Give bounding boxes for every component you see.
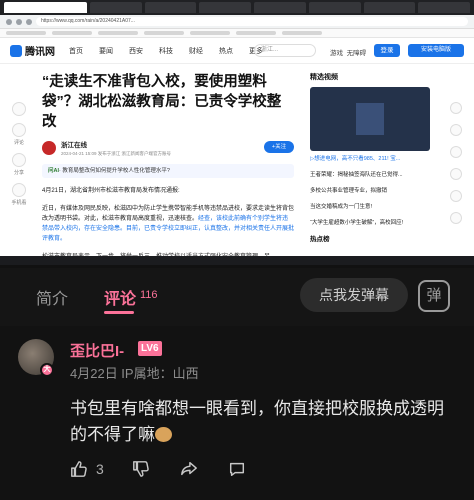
nav-item-city[interactable]: 西安 — [129, 46, 143, 56]
nav-item-hot[interactable]: 热点 — [219, 46, 233, 56]
thumbs-up-icon[interactable] — [70, 460, 88, 478]
comments-count: 116 — [140, 289, 158, 301]
video-frame — [356, 103, 384, 135]
browser-tab[interactable] — [308, 2, 361, 13]
tab-intro[interactable]: 简介 — [36, 285, 68, 309]
back-icon[interactable] — [6, 18, 12, 25]
danmaku-input[interactable]: 点我发弹幕 — [300, 278, 408, 312]
bookmark[interactable] — [6, 31, 46, 35]
comment-username[interactable]: 歪比巴I- — [70, 340, 124, 361]
dog-emoji-icon — [155, 427, 172, 443]
video-tabs: 简介 评论 116 点我发弹幕 弹 — [0, 268, 474, 326]
video-caption[interactable]: ▷想进电网，高不只看985、211! 宝... — [310, 154, 430, 162]
site-nav: 腾讯网 首页 要闻 西安 科技 财经 热点 更多 浙江... 游戏 无障碍 登录… — [0, 38, 474, 64]
browser-tab[interactable] — [89, 2, 142, 13]
active-tab-indicator — [104, 311, 134, 314]
source-name[interactable]: 浙江在线 — [61, 139, 171, 149]
tool-icon[interactable] — [450, 212, 462, 224]
rail-label-comment: 评论 — [13, 140, 24, 146]
game-label: 游戏 — [330, 50, 343, 57]
nav-item-tech[interactable]: 科技 — [159, 46, 173, 56]
bookmark[interactable] — [144, 31, 184, 35]
bookmark[interactable] — [52, 31, 92, 35]
os-taskbar — [0, 256, 474, 265]
comment-actions: 3 — [70, 458, 246, 480]
tool-icon[interactable] — [450, 102, 462, 114]
address-bar: https://www.qq.com/rain/a/20240421A07... — [0, 15, 474, 29]
tool-rail — [446, 102, 466, 224]
article-paragraph: 4月21日，湖北省荆州市松滋市教育局发布情况通报: — [42, 188, 180, 194]
nav-game[interactable]: 游戏 无障碍 — [330, 47, 366, 57]
rail-label-share: 分享 — [13, 170, 24, 176]
source-row: 浙江在线 2024-04-21 15:09 发布于浙江 浙江新闻客户端官方账号 … — [42, 138, 294, 158]
recommended-item[interactable]: 多校公共事业管理专业，拟撤销 — [310, 186, 430, 194]
install-desktop-button[interactable]: 安装电脑版 — [408, 44, 464, 57]
reload-icon[interactable] — [26, 18, 32, 25]
comment-item: 大 歪比巴I- LV6 4月22日 IP属地：山西 书包里有啥都想一眼看到，你直… — [0, 326, 474, 500]
article-headline: “走读生不准背包入校，要使用塑料袋”？湖北松滋教育局：已责令学校整改 — [42, 74, 282, 130]
user-level-badge: LV6 — [138, 341, 162, 356]
tool-icon[interactable] — [450, 146, 462, 158]
danmaku-toggle-icon[interactable]: 弹 — [418, 280, 450, 312]
share-icon[interactable] — [12, 153, 26, 167]
recommended-item[interactable]: “大学生雇超数小学生破解”，高校回应! — [310, 218, 430, 226]
article-paragraph: 近日，有媒体及网民反映，松滋四中为防止学生携带智能手机等违禁品进校，要求走读生将… — [42, 204, 294, 244]
browser-tab-bar — [0, 0, 474, 15]
comment-icon[interactable] — [12, 123, 26, 137]
bookmark[interactable] — [98, 31, 138, 35]
nav-item-finance[interactable]: 财经 — [189, 46, 203, 56]
tool-icon[interactable] — [450, 190, 462, 202]
browser-tab[interactable] — [363, 2, 416, 13]
bookmark[interactable] — [190, 31, 230, 35]
nav-item-home[interactable]: 首页 — [69, 46, 83, 56]
forward-icon[interactable] — [16, 18, 22, 25]
tool-icon[interactable] — [450, 124, 462, 136]
ask-ai-text: · 教育局整改何如何提升学校人性化管理水平? — [59, 168, 170, 174]
ask-ai-box[interactable]: 问AI· 教育局整改何如何提升学校人性化管理水平? — [42, 164, 294, 178]
right-column: 精选视频 ▷想进电网，高不只看985、211! 宝... 王者荣耀：揭秘抽签海队… — [310, 72, 430, 243]
tab-comments[interactable]: 评论 — [104, 285, 136, 309]
ask-ai-label: 问AI — [48, 168, 60, 174]
url-input[interactable]: https://www.qq.com/rain/a/20240421A07... — [36, 17, 468, 26]
tool-icon[interactable] — [450, 168, 462, 180]
login-button[interactable]: 登录 — [374, 44, 400, 57]
browser-tab[interactable] — [199, 2, 252, 13]
nav-item-news[interactable]: 要闻 — [99, 46, 113, 56]
recommended-item[interactable]: 当这交婚稿成为一门生意! — [310, 202, 430, 210]
embedded-screenshot: https://www.qq.com/rain/a/20240421A07...… — [0, 0, 474, 265]
reply-bubble-icon[interactable] — [228, 460, 246, 478]
article: “走读生不准背包入校，要使用塑料袋”？湖北松滋教育局：已责令学校整改 浙江在线 … — [42, 72, 294, 262]
like-count: 3 — [96, 461, 104, 477]
browser-tab[interactable] — [144, 2, 197, 13]
browser-tab[interactable] — [4, 2, 87, 13]
share-rail: 评论 分享 手机看 — [6, 102, 32, 206]
browser-tab[interactable] — [418, 2, 471, 13]
comment-body: 书包里有啥都想一眼看到，你直接把校服换成透明的不得了嘛 — [70, 399, 444, 444]
search-input[interactable]: 浙江... — [254, 44, 316, 57]
source-avatar[interactable] — [42, 141, 56, 155]
phone-icon[interactable] — [12, 183, 26, 197]
logo-icon — [10, 44, 22, 57]
share-arrow-icon[interactable] — [180, 460, 198, 478]
thumbs-down-icon[interactable] — [132, 460, 150, 478]
video-thumbnail[interactable] — [310, 87, 430, 151]
like-icon[interactable] — [12, 102, 26, 116]
bookmark[interactable] — [282, 31, 322, 35]
rail-label-mobile: 手机看 — [11, 200, 27, 206]
logo-text: 腾讯网 — [25, 47, 55, 58]
bookmarks-bar — [0, 29, 474, 38]
hot-list-title[interactable]: 热点榜 — [310, 233, 430, 243]
site-logo[interactable]: 腾讯网 — [10, 43, 55, 58]
browser-tab[interactable] — [254, 2, 306, 13]
comment-meta: 4月22日 IP属地：山西 — [70, 366, 199, 381]
comment-text: 书包里有啥都想一眼看到，你直接把校服换成透明的不得了嘛 — [70, 396, 460, 448]
source-meta: 2024-04-21 15:09 发布于浙江 浙江新闻客户端官方账号 — [61, 151, 172, 156]
accessibility-link[interactable]: 无障碍 — [347, 50, 367, 57]
featured-video-title: 精选视频 — [310, 74, 338, 81]
follow-button[interactable]: +关注 — [264, 141, 294, 153]
bookmark[interactable] — [236, 31, 276, 35]
recommended-item[interactable]: 王者荣耀：揭秘抽签海队还在已觉得... — [310, 170, 430, 178]
vip-badge-icon: 大 — [40, 363, 54, 377]
